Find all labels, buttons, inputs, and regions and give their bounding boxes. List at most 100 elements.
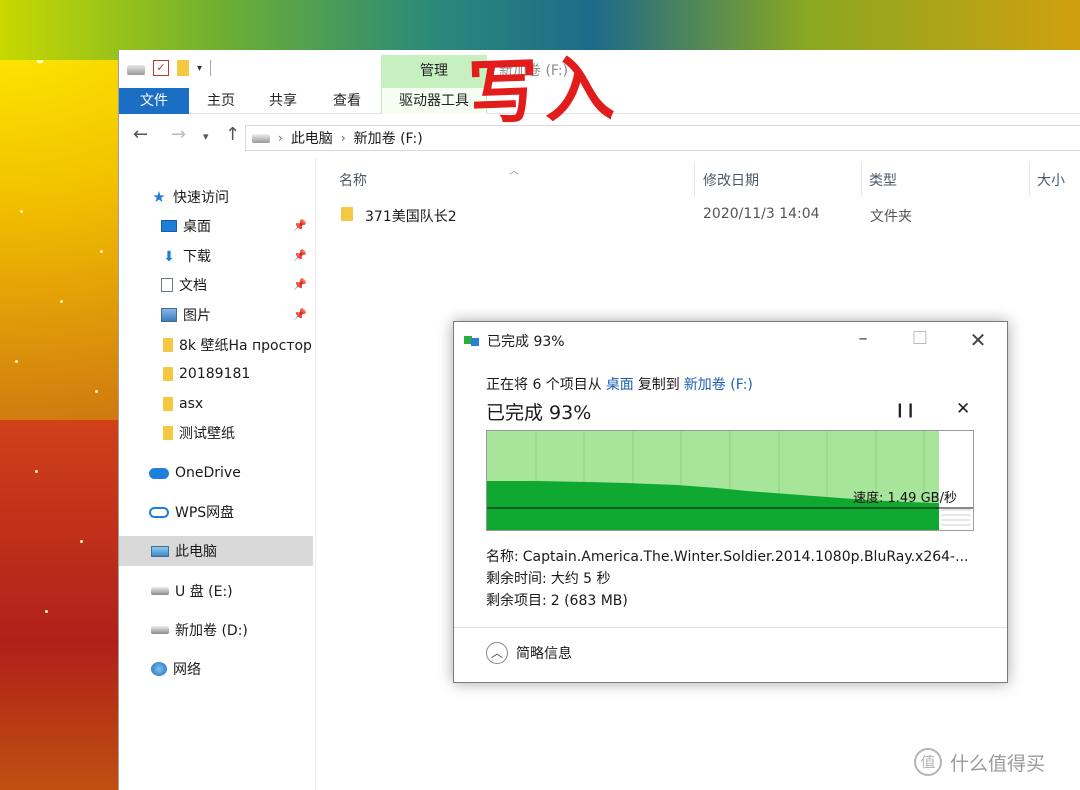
cloud-icon [149, 467, 169, 479]
minimize-icon[interactable]: – [843, 328, 883, 349]
pause-icon[interactable]: ❙❙ [894, 402, 916, 418]
folder-icon [341, 207, 353, 221]
tab-share[interactable]: 共享 [253, 88, 313, 114]
breadcrumb-chevron-icon[interactable]: › [278, 131, 283, 145]
network-icon [151, 662, 167, 676]
pin-icon[interactable]: 📌 [293, 219, 307, 232]
dialog-footer-divider [454, 627, 1007, 628]
destination-link[interactable]: 新加卷 (F:) [684, 374, 753, 394]
speed-graph-svg [487, 431, 973, 530]
copy-summary: 正在将 6 个项目从 桌面 复制到 新加卷 (F:) [486, 374, 757, 394]
breadcrumb-current-drive[interactable]: 新加卷 (F:) [354, 128, 423, 148]
properties-icon[interactable]: ✓ [153, 60, 169, 76]
sidebar-item-drive-d[interactable]: 新加卷 (D:) [119, 615, 313, 645]
sidebar-item-drive-e[interactable]: U 盘 (E:) [119, 576, 313, 606]
sidebar-item-desktop[interactable]: 桌面 📌 [119, 211, 313, 241]
breadcrumb-chevron-icon[interactable]: › [341, 131, 346, 145]
sidebar-item-label: 8k 壁纸На простор [179, 338, 312, 354]
sidebar-item-wps[interactable]: WPS网盘 [119, 497, 313, 527]
sidebar-item-label: WPS网盘 [175, 505, 235, 521]
star [100, 250, 103, 253]
sidebar-item-downloads[interactable]: ⬇ 下载 📌 [119, 241, 313, 271]
star [80, 540, 83, 543]
sidebar-item-folder[interactable]: asx [119, 389, 313, 419]
tab-view[interactable]: 查看 [317, 88, 377, 114]
customize-toolbar-chevron-icon[interactable]: ▾ [197, 63, 202, 74]
star [35, 470, 38, 473]
drive-icon [252, 133, 270, 143]
tab-home[interactable]: 主页 [191, 88, 251, 114]
cancel-icon[interactable]: ✕ [956, 399, 970, 419]
star [15, 360, 18, 363]
sidebar-item-label: 图片 [183, 308, 211, 324]
file-list-header: ︿ 名称 修改日期 类型 大小 [319, 162, 1080, 196]
watermark-text: 什么值得买 [950, 752, 1046, 775]
less-details-button[interactable]: ︿ 简略信息 [486, 642, 572, 664]
dialog-title: 已完成 93% [487, 334, 565, 350]
column-header-name[interactable]: 名称 [339, 170, 367, 190]
file-name: 371美国队长2 [365, 209, 457, 225]
sidebar-item-label: 20189181 [179, 366, 251, 382]
pin-icon[interactable]: 📌 [293, 308, 307, 321]
write-caption: 写入 [466, 46, 622, 135]
sidebar-item-label: 下载 [183, 249, 211, 265]
breadcrumb-this-pc[interactable]: 此电脑 [291, 128, 333, 148]
sidebar-item-label: OneDrive [175, 465, 241, 481]
column-separator[interactable] [861, 162, 862, 196]
sidebar-item-label: asx [179, 396, 204, 412]
quick-access-toolbar: ✓ ▾ [127, 60, 212, 76]
column-header-size[interactable]: 大小 [1037, 170, 1065, 190]
star [60, 300, 63, 303]
forward-arrow-icon[interactable]: → [171, 124, 186, 145]
watermark-logo: 值 [914, 748, 942, 776]
star-icon: ★ [152, 188, 166, 206]
sidebar-item-folder[interactable]: 测试壁纸 [119, 418, 313, 448]
star [20, 210, 23, 213]
up-arrow-icon[interactable]: ↑ [225, 124, 240, 145]
column-separator[interactable] [694, 162, 695, 196]
usb-drive-icon [151, 587, 169, 595]
recent-locations-chevron-icon[interactable]: ▾ [203, 130, 209, 143]
sidebar-item-folder[interactable]: 20189181 [119, 359, 313, 389]
sidebar-item-label: 网络 [173, 662, 201, 678]
column-header-modified[interactable]: 修改日期 [703, 170, 759, 190]
detail-name-row: 名称: Captain.America.The.Winter.Soldier.2… [486, 546, 968, 568]
sidebar-item-network[interactable]: 网络 [119, 654, 313, 684]
pane-divider[interactable] [315, 158, 316, 790]
pin-icon[interactable]: 📌 [293, 249, 307, 262]
new-folder-icon[interactable] [177, 60, 189, 76]
column-header-type[interactable]: 类型 [869, 170, 897, 190]
close-icon[interactable]: ✕ [958, 328, 998, 352]
folder-icon [163, 338, 173, 352]
detail-items-label: 剩余项目: [486, 593, 547, 609]
tab-file[interactable]: 文件 [119, 88, 189, 114]
detail-items-value: 2 (683 MB) [550, 593, 628, 609]
detail-time-value: 大约 5 秒 [550, 571, 611, 587]
pictures-icon [161, 308, 177, 322]
computer-icon [151, 545, 169, 557]
document-icon [161, 278, 173, 292]
pin-icon[interactable]: 📌 [293, 278, 307, 291]
sidebar-item-documents[interactable]: 文档 📌 [119, 270, 313, 300]
copy-icon [464, 334, 480, 346]
detail-items-row: 剩余项目: 2 (683 MB) [486, 590, 968, 612]
detail-time-label: 剩余时间: [486, 571, 547, 587]
maximize-icon[interactable]: ☐ [900, 328, 940, 349]
detail-name-value: Captain.America.The.Winter.Soldier.2014.… [522, 549, 969, 565]
address-bar[interactable]: › 此电脑 › 新加卷 (F:) [245, 125, 1080, 151]
dialog-title-bar: 已完成 93% – ☐ ✕ [454, 322, 1007, 358]
transfer-speed-graph: 速度: 1.49 GB/秒 [486, 430, 974, 531]
navigation-pane: ★ 快速访问 桌面 📌 ⬇ 下载 📌 文档 📌 图片 📌 8k 壁纸На про… [119, 180, 313, 790]
watermark: 值 什么值得买 [914, 748, 1045, 776]
sidebar-item-pictures[interactable]: 图片 📌 [119, 300, 313, 330]
sidebar-item-folder[interactable]: 8k 壁纸На простор [119, 330, 313, 360]
column-separator[interactable] [1029, 162, 1030, 196]
source-link[interactable]: 桌面 [606, 374, 634, 394]
cloud-outline-icon [149, 506, 169, 518]
sidebar-item-quick-access[interactable]: ★ 快速访问 [119, 182, 313, 212]
sidebar-item-this-pc[interactable]: 此电脑 [119, 536, 313, 566]
file-row[interactable]: 371美国队长2 2020/11/3 14:04 文件夹 [319, 202, 1080, 228]
sidebar-item-onedrive[interactable]: OneDrive [119, 458, 313, 488]
drive-icon [151, 626, 169, 634]
back-arrow-icon[interactable]: ← [133, 124, 148, 145]
